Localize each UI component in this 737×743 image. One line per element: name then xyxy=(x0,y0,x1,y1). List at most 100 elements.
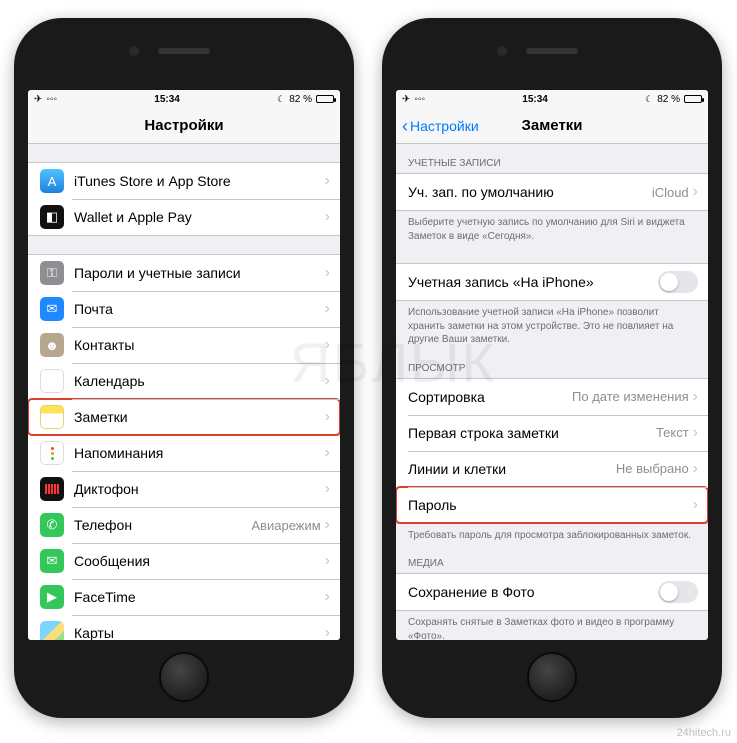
chevron-right-icon: › xyxy=(325,372,330,390)
chevron-right-icon: › xyxy=(325,480,330,498)
row-save-photo[interactable]: Сохранение в Фото xyxy=(396,574,708,610)
toggle-oniphone[interactable] xyxy=(658,271,698,293)
row-value: Текст xyxy=(656,425,689,440)
row-reminders[interactable]: Напоминания › xyxy=(28,435,340,471)
row-oniphone[interactable]: Учетная запись «На iPhone» xyxy=(396,264,708,300)
toggle-save-photo[interactable] xyxy=(658,581,698,603)
group-store: A iTunes Store и App Store › ◧ Wallet и … xyxy=(28,162,340,236)
section-header-view: ПРОСМОТР xyxy=(396,349,708,378)
phone-right: ✈︎ ◦◦◦ 15:34 ☾ 82 % ‹ Настройки За xyxy=(382,18,722,718)
screen-settings: ✈︎ ◦◦◦ 15:34 ☾ 82 % Настройки xyxy=(28,90,340,640)
airplane-icon: ✈︎ xyxy=(34,94,42,105)
row-itunes[interactable]: A iTunes Store и App Store › xyxy=(28,163,340,199)
row-notes[interactable]: Заметки › xyxy=(28,399,340,435)
row-passwords[interactable]: ⚿ Пароли и учетные записи › xyxy=(28,255,340,291)
phone-left: ✈︎ ◦◦◦ 15:34 ☾ 82 % Настройки xyxy=(14,18,354,718)
status-bar: ✈︎ ◦◦◦ 15:34 ☾ 82 % xyxy=(28,90,340,108)
navbar-notes: ‹ Настройки Заметки xyxy=(396,108,708,144)
chevron-right-icon: › xyxy=(325,208,330,226)
chevron-right-icon: › xyxy=(325,336,330,354)
row-label: Контакты xyxy=(74,337,325,353)
calendar-icon: 12 xyxy=(40,369,64,393)
chevron-left-icon: ‹ xyxy=(402,117,408,135)
watermark-source: 24hitech.ru xyxy=(677,727,731,739)
battery-icon xyxy=(316,95,334,103)
row-label: Пароли и учетные записи xyxy=(74,265,325,281)
row-label: Линии и клетки xyxy=(408,461,616,477)
row-maps[interactable]: Карты › xyxy=(28,615,340,640)
chevron-right-icon: › xyxy=(325,264,330,282)
chevron-right-icon: › xyxy=(325,516,330,534)
row-label: Почта xyxy=(74,301,325,317)
row-firstline[interactable]: Первая строка заметки Текст › xyxy=(396,415,708,451)
row-contacts[interactable]: ☻ Контакты › xyxy=(28,327,340,363)
status-time: 15:34 xyxy=(522,94,548,105)
section-footer-view: Требовать пароль для просмотра заблокиро… xyxy=(396,524,708,545)
section-header-media: МЕДИА xyxy=(396,544,708,573)
screen-notes-settings: ✈︎ ◦◦◦ 15:34 ☾ 82 % ‹ Настройки За xyxy=(396,90,708,640)
battery-icon xyxy=(684,95,702,103)
wifi-icon: ◦◦◦ xyxy=(46,94,57,105)
chevron-right-icon: › xyxy=(325,552,330,570)
voice-memos-icon xyxy=(40,477,64,501)
messages-icon: ✉ xyxy=(40,549,64,573)
row-label: iTunes Store и App Store xyxy=(74,173,325,189)
page-title: Заметки xyxy=(521,117,582,134)
row-voice[interactable]: Диктофон › xyxy=(28,471,340,507)
row-label: Телефон xyxy=(74,517,251,533)
wifi-icon: ◦◦◦ xyxy=(414,94,425,105)
navbar-settings: Настройки xyxy=(28,108,340,144)
row-phone[interactable]: ✆ Телефон Авиарежим › xyxy=(28,507,340,543)
row-label: Сообщения xyxy=(74,553,325,569)
row-sort[interactable]: Сортировка По дате изменения › xyxy=(396,379,708,415)
chevron-right-icon: › xyxy=(693,460,698,478)
row-messages[interactable]: ✉ Сообщения › xyxy=(28,543,340,579)
status-time: 15:34 xyxy=(154,94,180,105)
dnd-icon: ☾ xyxy=(277,94,285,105)
page-title: Настройки xyxy=(144,117,223,134)
row-label: Заметки xyxy=(74,409,325,425)
maps-icon xyxy=(40,621,64,640)
row-label: Напоминания xyxy=(74,445,325,461)
row-label: Уч. зап. по умолчанию xyxy=(408,184,652,200)
chevron-right-icon: › xyxy=(325,300,330,318)
row-label: Сортировка xyxy=(408,389,572,405)
mail-icon: ✉ xyxy=(40,297,64,321)
chevron-right-icon: › xyxy=(325,624,330,640)
section-header-accounts: УЧЕТНЫЕ ЗАПИСИ xyxy=(396,144,708,173)
row-wallet[interactable]: ◧ Wallet и Apple Pay › xyxy=(28,199,340,235)
battery-percent: 82 % xyxy=(657,94,680,105)
row-value: Авиарежим xyxy=(251,518,320,533)
row-value: iCloud xyxy=(652,185,689,200)
home-button[interactable] xyxy=(159,652,209,702)
row-label: Wallet и Apple Pay xyxy=(74,209,325,225)
chevron-right-icon: › xyxy=(325,444,330,462)
airplane-icon: ✈︎ xyxy=(402,94,410,105)
row-value: Не выбрано xyxy=(616,461,689,476)
battery-percent: 82 % xyxy=(289,94,312,105)
phone-icon: ✆ xyxy=(40,513,64,537)
row-label: Календарь xyxy=(74,373,325,389)
section-footer-media: Сохранять снятые в Заметках фото и видео… xyxy=(396,611,708,640)
chevron-right-icon: › xyxy=(693,496,698,514)
notes-icon xyxy=(40,405,64,429)
row-lines[interactable]: Линии и клетки Не выбрано › xyxy=(396,451,708,487)
group-accounts: Уч. зап. по умолчанию iCloud › xyxy=(396,173,708,211)
row-facetime[interactable]: ▶ FaceTime › xyxy=(28,579,340,615)
group-oniphone: Учетная запись «На iPhone» xyxy=(396,263,708,301)
row-label: Учетная запись «На iPhone» xyxy=(408,274,658,290)
chevron-right-icon: › xyxy=(693,183,698,201)
chevron-right-icon: › xyxy=(325,588,330,606)
home-button[interactable] xyxy=(527,652,577,702)
row-calendar[interactable]: 12 Календарь › xyxy=(28,363,340,399)
row-mail[interactable]: ✉ Почта › xyxy=(28,291,340,327)
group-view: Сортировка По дате изменения › Первая ст… xyxy=(396,378,708,524)
wallet-icon: ◧ xyxy=(40,205,64,229)
back-button[interactable]: ‹ Настройки xyxy=(402,108,479,143)
dnd-icon: ☾ xyxy=(645,94,653,105)
chevron-right-icon: › xyxy=(325,408,330,426)
row-password[interactable]: Пароль › xyxy=(396,487,708,523)
chevron-right-icon: › xyxy=(325,172,330,190)
row-default-account[interactable]: Уч. зап. по умолчанию iCloud › xyxy=(396,174,708,210)
contacts-icon: ☻ xyxy=(40,333,64,357)
